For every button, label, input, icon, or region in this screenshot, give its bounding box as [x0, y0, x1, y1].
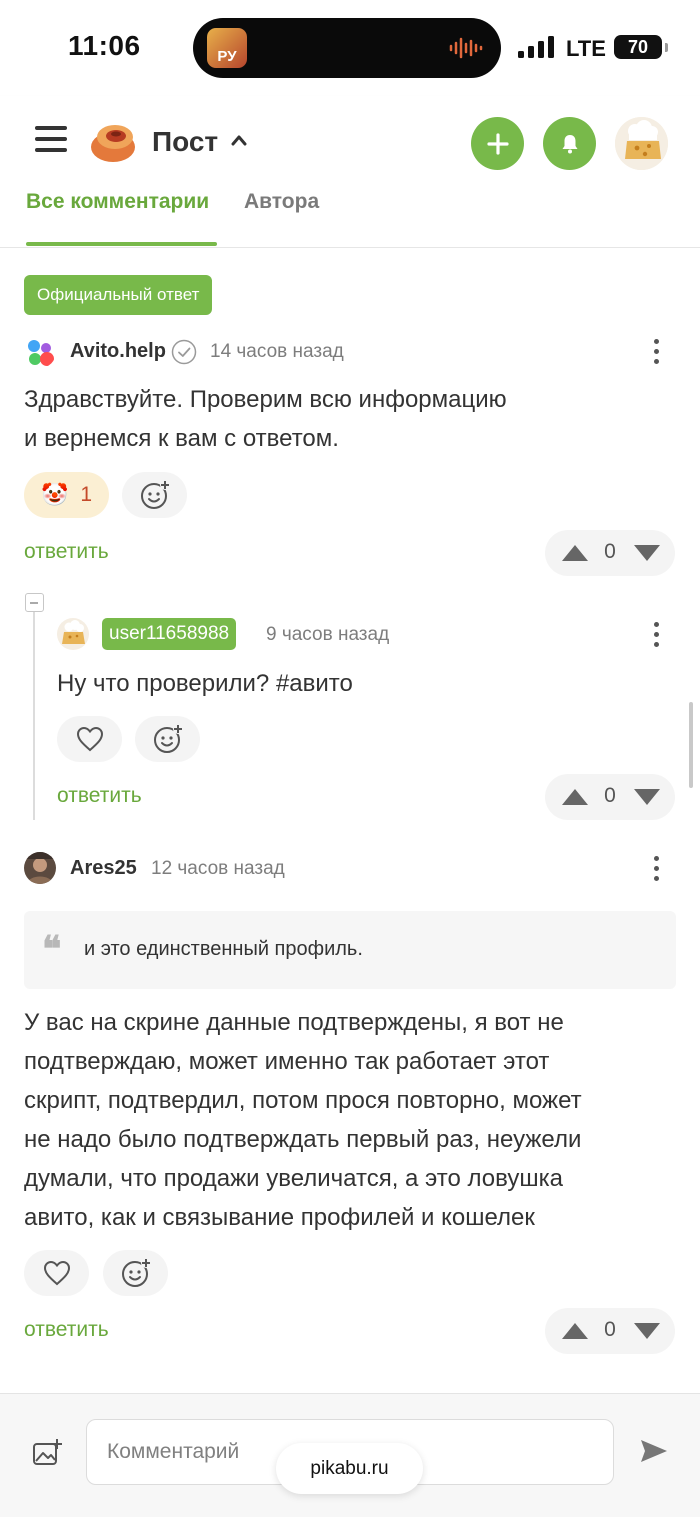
- downvote-icon[interactable]: [633, 1322, 661, 1340]
- network-type: LTE: [566, 36, 606, 61]
- add-image-icon[interactable]: [32, 1438, 62, 1466]
- more-options-icon[interactable]: [652, 856, 660, 884]
- page-title[interactable]: Пост: [152, 126, 218, 158]
- comment-text-line: подтверждаю, может именно так работает э…: [24, 1048, 550, 1075]
- status-time: 11:06: [68, 30, 141, 61]
- audio-wave-icon: [449, 37, 483, 59]
- comment-text-line: У вас на скрине данные подтверждены, я в…: [24, 1009, 564, 1036]
- avito-avatar[interactable]: [24, 336, 56, 368]
- notifications-button[interactable]: [543, 117, 596, 170]
- comment-text: У вас на скрине данные подтверждены, я в…: [24, 1003, 582, 1237]
- downvote-icon[interactable]: [633, 788, 661, 806]
- comment-rating: 0: [545, 530, 675, 576]
- comment-text-line: авито, как и связывание профилей и кошел…: [24, 1204, 535, 1231]
- plus-icon: [486, 132, 509, 155]
- user-avatar[interactable]: [57, 618, 89, 650]
- comment-text-line: не надо было подтверждать первый раз, не…: [24, 1126, 582, 1153]
- comment-rating: 0: [545, 1308, 675, 1354]
- bell-icon: [562, 134, 577, 153]
- like-button[interactable]: [24, 1250, 89, 1296]
- comment-author[interactable]: Avito.help: [70, 340, 166, 363]
- comment-text: Здравствуйте. Проверим всю информацию и …: [24, 380, 507, 458]
- active-tab-indicator: [26, 242, 217, 246]
- add-emoji-icon: [140, 480, 170, 509]
- heart-icon: [43, 1260, 70, 1286]
- chef-avatar-icon: [57, 618, 89, 650]
- reaction-count: 1: [80, 483, 93, 506]
- reaction-clown-button[interactable]: 🤡 1: [24, 472, 109, 518]
- official-answer-badge: Официальный ответ: [24, 275, 213, 315]
- battery-icon: 70: [614, 35, 668, 59]
- add-reaction-button[interactable]: [122, 472, 187, 518]
- send-icon[interactable]: [640, 1438, 668, 1464]
- add-emoji-icon: [121, 1258, 151, 1287]
- add-post-button[interactable]: [471, 117, 524, 170]
- like-button[interactable]: [57, 716, 122, 762]
- pikabu-logo[interactable]: [88, 116, 138, 166]
- comment-time: 9 часов назад: [266, 624, 390, 645]
- comment-rating: 0: [545, 774, 675, 820]
- collapse-thread-button[interactable]: [25, 593, 44, 612]
- signal-icon: [518, 36, 554, 58]
- comment-author[interactable]: Ares25: [70, 857, 137, 880]
- avatar[interactable]: [615, 117, 668, 170]
- reply-link[interactable]: ответить: [24, 1318, 109, 1342]
- photo-avatar-icon: [24, 852, 56, 884]
- live-app-icon: РУ: [207, 28, 247, 68]
- comment-tabs: Все комментарии Автора: [0, 188, 700, 248]
- downvote-icon[interactable]: [633, 544, 661, 562]
- more-options-icon[interactable]: [652, 339, 660, 367]
- add-reaction-button[interactable]: [135, 716, 200, 762]
- user-avatar[interactable]: [24, 852, 56, 884]
- verified-check-icon: [171, 339, 197, 365]
- comment-time: 14 часов назад: [210, 341, 344, 362]
- comment-text: Ну что проверили? #авито: [57, 670, 353, 697]
- comment-author[interactable]: user11658988: [102, 618, 237, 650]
- comment-text-line: думали, что продажи увеличатся, а это ло…: [24, 1165, 563, 1192]
- add-reaction-button[interactable]: [103, 1250, 168, 1296]
- heart-icon: [76, 726, 103, 752]
- scrollbar[interactable]: [689, 702, 693, 788]
- comment-text-line: скрипт, подтвердил, потом прося повторно…: [24, 1087, 582, 1114]
- reply-link[interactable]: ответить: [24, 540, 109, 564]
- dynamic-island[interactable]: РУ: [193, 18, 501, 78]
- add-emoji-icon: [153, 724, 183, 753]
- thread-line[interactable]: [33, 610, 35, 820]
- chef-avatar-icon: [615, 117, 668, 170]
- avito-logo-icon: [28, 340, 54, 366]
- status-bar: 11:06 РУ LTE 70: [0, 0, 700, 96]
- tab-author[interactable]: Автора: [244, 190, 319, 214]
- comment-text-line: и вернемся к вам с ответом.: [24, 425, 339, 452]
- chevron-up-icon[interactable]: [231, 134, 247, 146]
- comment-time: 12 часов назад: [151, 858, 285, 879]
- menu-icon[interactable]: [35, 126, 67, 156]
- comment-text-line: Здравствуйте. Проверим всю информацию: [24, 386, 507, 413]
- clown-emoji-icon: 🤡: [40, 482, 69, 507]
- quote-block: ❝ и это единственный профиль.: [24, 911, 676, 989]
- more-options-icon[interactable]: [652, 622, 660, 650]
- quote-text: и это единственный профиль.: [84, 938, 363, 960]
- url-bar[interactable]: pikabu.ru: [276, 1443, 423, 1494]
- tab-all-comments[interactable]: Все комментарии: [26, 190, 209, 214]
- quote-icon: ❝: [42, 928, 62, 970]
- app-header: Пост: [0, 96, 700, 188]
- reply-link[interactable]: ответить: [57, 784, 142, 808]
